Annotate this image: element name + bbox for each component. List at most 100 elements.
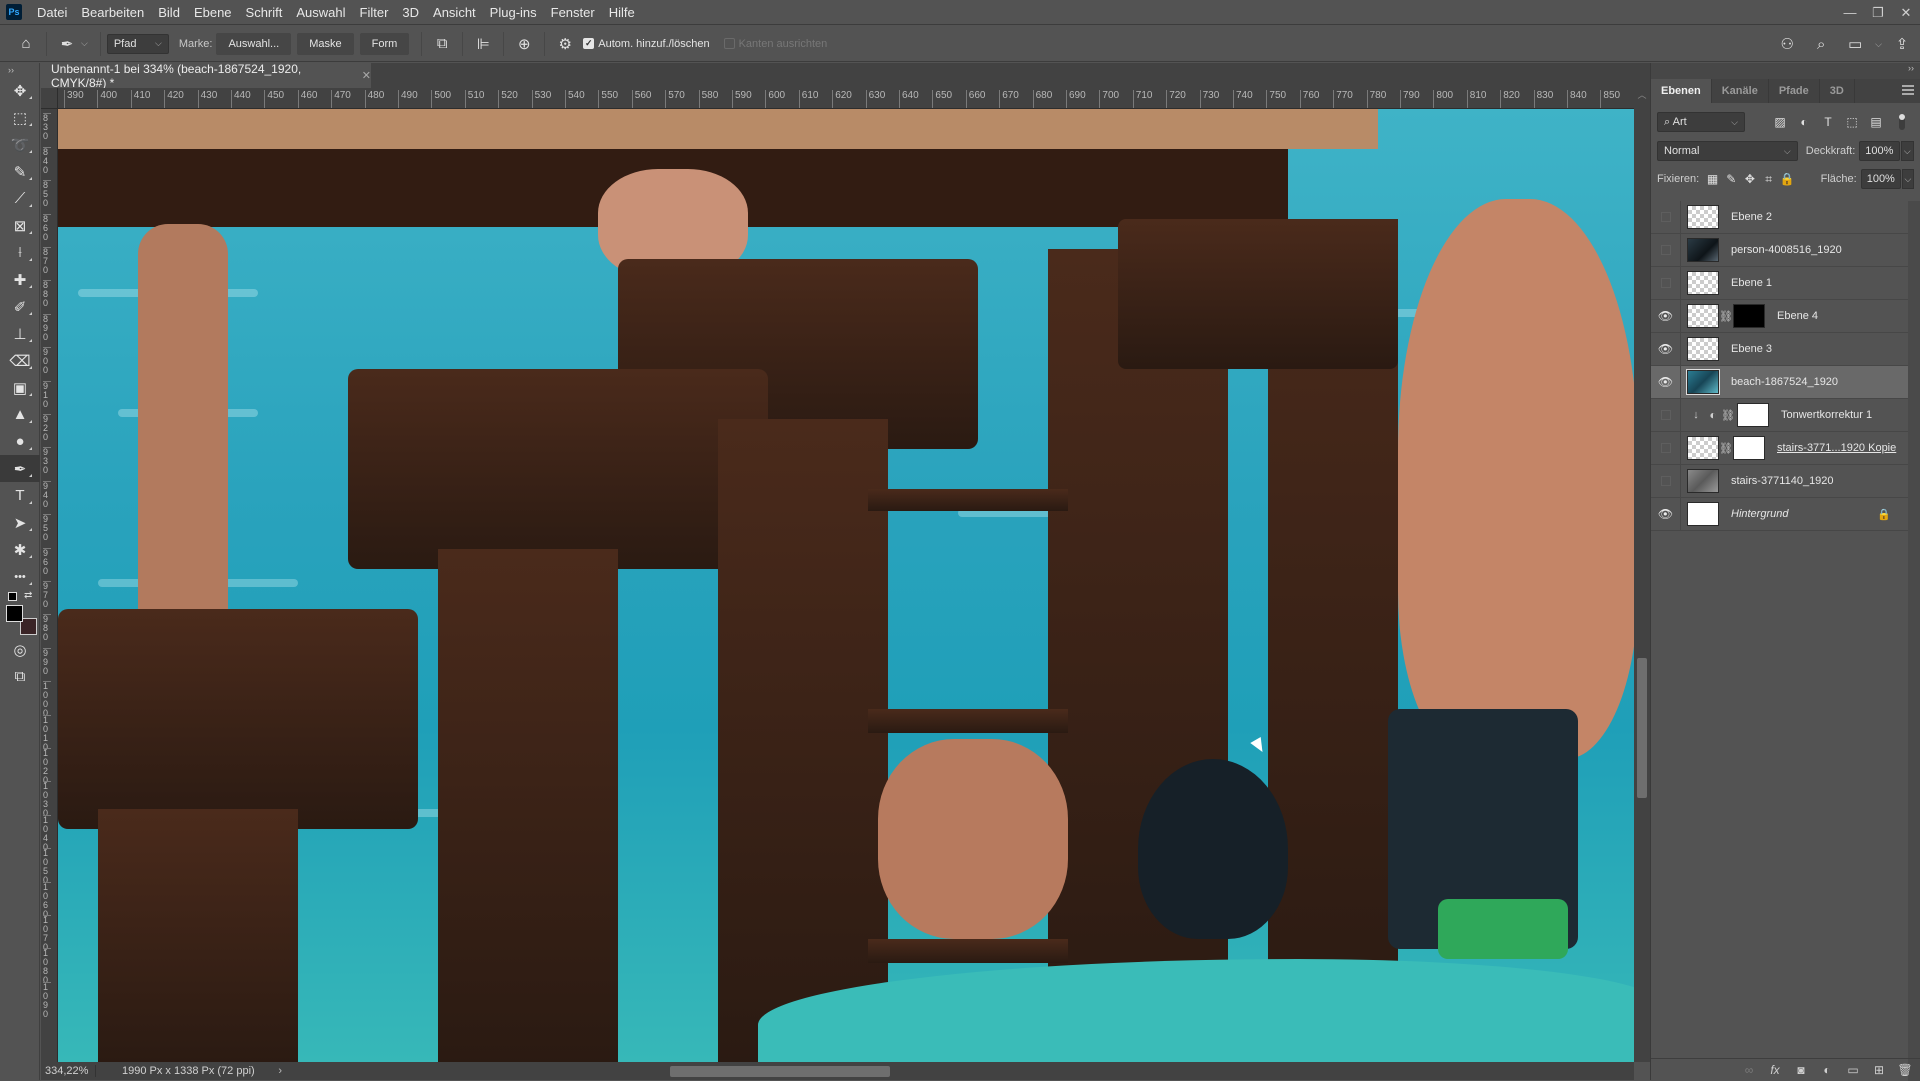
auto-add-delete-checkbox[interactable]: ✓ Autom. hinzuf./löschen — [583, 38, 710, 50]
layer-mask-thumbnail[interactable] — [1737, 403, 1769, 427]
path-selection-tool[interactable]: ➤ — [0, 509, 40, 536]
layer-mask-thumbnail[interactable] — [1733, 304, 1765, 328]
new-group-icon[interactable]: ▭ — [1845, 1063, 1861, 1077]
layer-mask-thumbnail[interactable] — [1733, 436, 1765, 460]
collapse-panel-icon[interactable]: ›› — [1651, 63, 1920, 79]
link-chain-icon[interactable]: ⛓ — [1719, 442, 1733, 455]
workspace-icon[interactable]: ▭ — [1841, 30, 1869, 58]
layer-thumbnail[interactable] — [1687, 205, 1719, 229]
shape-button[interactable]: Form — [359, 32, 410, 55]
path-arrangement-icon[interactable]: ⊕ — [510, 30, 538, 58]
menu-ansicht[interactable]: Ansicht — [426, 5, 483, 20]
lasso-tool[interactable]: ➰ — [0, 131, 40, 158]
link-chain-icon[interactable]: ⛓ — [1719, 310, 1733, 323]
layer-thumbnail[interactable] — [1687, 238, 1719, 262]
lock-all-icon[interactable]: 🔒 — [1778, 172, 1797, 186]
vertical-scrollbar-thumb[interactable] — [1637, 658, 1647, 798]
swap-colors-icon[interactable]: ⇄ — [24, 590, 32, 601]
lock-image-pixels-icon[interactable]: ✎ — [1722, 172, 1741, 186]
quick-selection-tool[interactable]: ✎ — [0, 158, 40, 185]
close-button[interactable]: ✕ — [1892, 0, 1920, 25]
marquee-tool[interactable]: ⬚ — [0, 104, 40, 131]
horizontal-scrollbar[interactable] — [290, 1062, 1634, 1080]
layer-thumbnail[interactable] — [1687, 337, 1719, 361]
layer-row[interactable]: stairs-3771140_1920 — [1651, 464, 1909, 498]
layer-row[interactable]: person-4008516_1920 — [1651, 233, 1909, 267]
move-tool[interactable]: ✥ — [0, 77, 40, 104]
layer-row[interactable]: 👁 Ebene 3 — [1651, 332, 1909, 366]
menu-datei[interactable]: Datei — [30, 5, 74, 20]
brush-tool[interactable]: ✐ — [0, 293, 40, 320]
more-tools[interactable]: ••• — [0, 563, 40, 590]
menu-fenster[interactable]: Fenster — [544, 5, 602, 20]
share-user-icon[interactable]: ⚇ — [1773, 30, 1801, 58]
menu-schrift[interactable]: Schrift — [239, 5, 290, 20]
layer-name[interactable]: Hintergrund — [1731, 508, 1788, 520]
menu-filter[interactable]: Filter — [353, 5, 396, 20]
menu-auswahl[interactable]: Auswahl — [289, 5, 352, 20]
crop-tool[interactable]: ⟋ — [0, 185, 40, 212]
custom-shape-tool[interactable]: ✱ — [0, 536, 40, 563]
layer-thumbnail[interactable] — [1687, 436, 1719, 460]
close-tab-icon[interactable]: ✕ — [362, 69, 371, 82]
layer-filter-select[interactable]: ⌕ Art ⌵ — [1657, 112, 1745, 132]
lock-position-icon[interactable]: ✥ — [1741, 172, 1760, 186]
path-operations-icon[interactable]: ⧉ — [428, 30, 456, 58]
layer-name[interactable]: Ebene 3 — [1731, 343, 1772, 355]
selection-button[interactable]: Auswahl... — [216, 32, 292, 55]
gear-icon[interactable]: ⚙ — [551, 30, 579, 58]
layer-name[interactable]: Ebene 1 — [1731, 277, 1772, 289]
layer-row[interactable]: Ebene 2 — [1651, 200, 1909, 234]
align-edges-checkbox[interactable]: Kanten ausrichten — [723, 38, 827, 50]
blend-mode-select[interactable]: Normal ⌵ — [1657, 141, 1798, 161]
menu-ebene[interactable]: Ebene — [187, 5, 239, 20]
filter-toggle[interactable] — [1899, 114, 1905, 130]
new-adjustment-layer-icon[interactable]: ◐ — [1819, 1063, 1835, 1077]
layer-thumbnail[interactable] — [1687, 469, 1719, 493]
layer-visibility-toggle[interactable] — [1651, 431, 1681, 465]
menu-plugins[interactable]: Plug-ins — [483, 5, 544, 20]
default-colors-icon[interactable] — [8, 592, 17, 601]
layer-thumbnail[interactable] — [1687, 304, 1719, 328]
layer-visibility-toggle[interactable] — [1651, 398, 1681, 432]
chevron-down-icon[interactable]: ⌵ — [81, 38, 88, 49]
menu-hilfe[interactable]: Hilfe — [602, 5, 642, 20]
shape-layer-filter-icon[interactable]: ⬚ — [1843, 115, 1861, 129]
fill-field[interactable]: 100% — [1860, 169, 1901, 189]
lock-transparent-pixels-icon[interactable]: ▦ — [1703, 172, 1722, 186]
layer-thumbnail[interactable] — [1687, 271, 1719, 295]
layer-name[interactable]: Ebene 4 — [1777, 310, 1818, 322]
search-icon[interactable]: ⌕ — [1807, 30, 1835, 58]
type-tool[interactable]: T — [0, 482, 40, 509]
path-alignment-icon[interactable]: ⊫ — [469, 30, 497, 58]
lock-icon[interactable]: 🔒 — [1877, 508, 1891, 521]
layer-row[interactable]: ↓ ◐ ⛓ Tonwertkorrektur 1 — [1651, 398, 1909, 432]
link-layers-icon[interactable]: ∞ — [1741, 1063, 1757, 1077]
eraser-tool[interactable]: ⌫ — [0, 347, 40, 374]
layer-visibility-toggle[interactable] — [1651, 200, 1681, 234]
status-menu-arrow-icon[interactable]: › — [278, 1065, 290, 1077]
adjustment-layer-filter-icon[interactable]: ◐ — [1795, 115, 1813, 129]
horizontal-ruler[interactable]: 390 400 410 420 430 440 450 460 470 480 490 500 510 5… — [58, 88, 1634, 109]
pen-tool-icon[interactable]: ✒ — [53, 30, 81, 58]
layers-scrollbar[interactable] — [1908, 201, 1920, 1081]
layer-visibility-toggle[interactable] — [1651, 266, 1681, 300]
screen-mode-icon[interactable]: ⧉ — [0, 663, 40, 690]
tab-ebenen[interactable]: Ebenen — [1651, 79, 1712, 103]
delete-layer-icon[interactable]: 🗑 — [1897, 1063, 1913, 1077]
scroll-up-icon[interactable]: ︿ — [1634, 88, 1650, 101]
layer-row[interactable]: 👁 beach-1867524_1920 — [1651, 365, 1909, 399]
tab-3d[interactable]: 3D — [1820, 79, 1855, 103]
vertical-scrollbar[interactable]: ︿ — [1634, 88, 1650, 1062]
panel-menu-icon[interactable] — [1902, 85, 1914, 95]
mask-button[interactable]: Maske — [297, 32, 354, 55]
frame-tool[interactable]: ⊠ — [0, 212, 40, 239]
vertical-ruler[interactable]: 8208308408508608708808909009109209309409… — [41, 88, 58, 1062]
opacity-field[interactable]: 100% — [1859, 141, 1900, 161]
smart-object-filter-icon[interactable]: ▤ — [1867, 115, 1885, 129]
layer-row[interactable]: ⛓ stairs-3771...1920 Kopie — [1651, 431, 1909, 465]
menu-bild[interactable]: Bild — [151, 5, 187, 20]
layer-visibility-toggle[interactable]: 👁 — [1651, 365, 1681, 399]
layer-row[interactable]: 👁 ⛓ Ebene 4 — [1651, 299, 1909, 333]
gradient-tool[interactable]: ▣ — [0, 374, 40, 401]
